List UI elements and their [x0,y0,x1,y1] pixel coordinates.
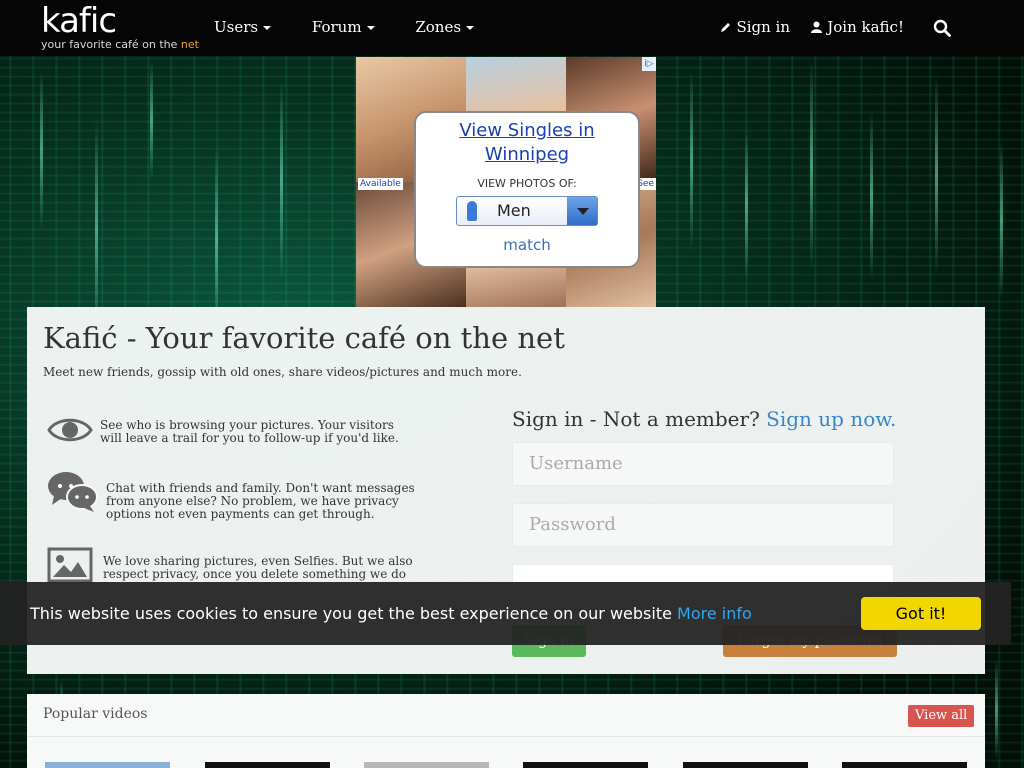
chat-icon [48,472,98,512]
video-thumbnail[interactable] [523,762,648,768]
menu-users[interactable]: Users [214,18,272,36]
nav-join[interactable]: Join kafic! [811,18,904,36]
menu-forum-label: Forum [311,18,362,36]
advertisement-banner[interactable]: i▷ Available See View Singles in Winnipe… [356,57,656,307]
video-thumbnail[interactable] [364,762,489,768]
menu-zones[interactable]: Zones [415,18,475,36]
username-field[interactable]: Username [512,442,894,486]
feature-chat: Chat with friends and family. Don't want… [106,481,415,521]
menu-forum[interactable]: Forum [312,18,375,36]
videos-header: Popular videos View all [27,694,985,737]
menu-zones-label: Zones [415,18,462,36]
video-thumbnail[interactable] [205,762,330,768]
view-all-button[interactable]: View all [908,705,975,727]
cookie-consent-bar: This website uses cookies to ensure you … [0,582,1011,645]
video-thumbnail[interactable] [842,762,967,768]
user-icon [811,21,823,33]
video-thumbnail[interactable] [45,762,170,768]
eye-icon [47,418,93,442]
popular-videos-panel: Popular videos View all [27,694,985,768]
main-menu: Users Forum Zones [214,18,510,36]
feature-pictures: We love sharing pictures, even Selfies. … [103,555,413,581]
nav-sign-in-label: Sign in [736,18,790,36]
password-field[interactable]: Password [512,503,894,547]
ad-prompt: VIEW PHOTOS OF: [477,177,577,190]
ad-card[interactable]: View Singles in Winnipeg VIEW PHOTOS OF:… [414,111,640,268]
menu-users-label: Users [214,18,259,36]
cookie-message-text: This website uses cookies to ensure you … [30,604,672,623]
ad-brand: match [503,236,551,254]
feature-visitors: See who is browsing your pictures. Your … [100,418,399,445]
signin-heading: Sign in - Not a member? Sign up now. [512,407,896,431]
tagline-text: your favorite café on the [41,38,181,51]
caret-down-icon [366,26,375,30]
man-icon [467,201,477,221]
caret-down-icon [466,26,475,30]
signup-link[interactable]: Sign up now. [766,407,896,431]
videos-title: Popular videos [43,706,148,722]
cookie-more-info-link[interactable]: More info [677,604,752,623]
video-thumbnail[interactable] [683,762,808,768]
cookie-message: This website uses cookies to ensure you … [30,604,752,623]
nav-join-label: Join kafic! [827,18,904,36]
picture-icon [47,547,93,583]
search-button[interactable] [933,19,951,41]
pencil-icon [720,23,730,32]
ad-headline[interactable]: View Singles in Winnipeg [416,119,638,167]
signin-heading-text: Sign in - Not a member? [512,407,767,431]
ad-available-label: Available [358,178,403,190]
ad-choices-icon[interactable]: i▷ [642,57,656,71]
dropdown-arrow-icon [567,197,597,225]
page-subtitle: Meet new friends, gossip with old ones, … [43,365,522,379]
search-icon [933,19,951,37]
ad-gender-select[interactable]: Men [456,196,598,226]
logo-text: kafic [41,1,117,41]
logo-tagline: your favorite café on the net [41,38,199,51]
ad-select-value: Men [497,201,531,220]
top-navbar: kafic your favorite café on the net User… [0,0,1024,56]
caret-down-icon [263,26,272,30]
nav-sign-in[interactable]: Sign in [720,18,790,36]
page-title: Kafić - Your favorite café on the net [43,321,565,355]
site-logo[interactable]: kafic your favorite café on the net [41,2,199,51]
cookie-accept-button[interactable]: Got it! [861,597,981,630]
tagline-net: net [180,38,199,51]
